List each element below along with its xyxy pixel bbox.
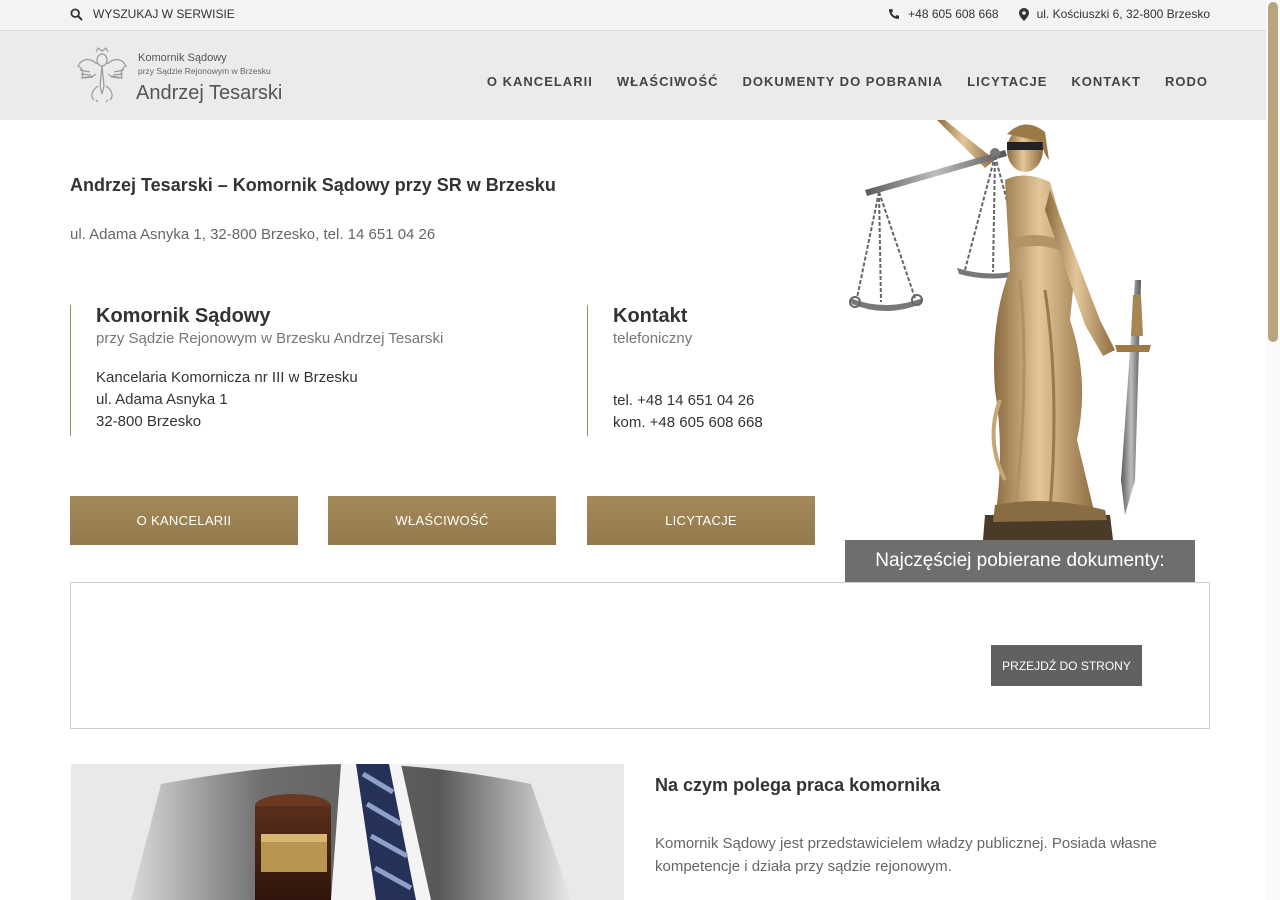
phone-icon	[889, 9, 900, 19]
top-bar: WYSZUKAJ W SERWISIE +48 605 608 668 ul. …	[0, 0, 1280, 31]
contact-subheading: telefoniczny	[613, 330, 693, 347]
logo-name: Andrzej Tesarski	[136, 82, 283, 104]
main-nav: O KANCELARII WŁAŚCIWOŚĆ DOKUMENTY DO POB…	[487, 74, 1208, 89]
bailiff-heading: Komornik Sądowy	[96, 305, 271, 327]
page-address: ul. Adama Asnyka 1, 32-800 Brzesko, tel.…	[70, 226, 436, 243]
nav-item-o-kancelarii[interactable]: O KANCELARII	[487, 74, 593, 89]
licytacje-button[interactable]: LICYTACJE	[587, 496, 815, 545]
judge-gavel-image	[71, 764, 624, 900]
wlasciwosc-button[interactable]: WŁAŚCIWOŚĆ	[328, 496, 556, 545]
site-logo[interactable]: Komornik Sądowy przy Sądzie Rejonowym w …	[76, 44, 296, 108]
contact-phone-line[interactable]: kom. +48 605 608 668	[613, 412, 817, 434]
go-to-page-button[interactable]: PRZEJDŹ DO STRONY	[991, 645, 1142, 686]
nav-item-kontakt[interactable]: KONTAKT	[1071, 74, 1141, 89]
nav-item-wlasciwosc[interactable]: WŁAŚCIWOŚĆ	[617, 74, 719, 89]
o-kancelarii-button[interactable]: O KANCELARII	[70, 496, 298, 545]
nav-item-licytacje[interactable]: LICYTACJE	[967, 74, 1047, 89]
scrollbar-thumb[interactable]	[1268, 2, 1278, 342]
top-address-text: ul. Kościuszki 6, 32-800 Brzesko	[1036, 7, 1210, 21]
page-scrollbar[interactable]	[1266, 0, 1280, 900]
top-address: ul. Kościuszki 6, 32-800 Brzesko	[1018, 7, 1210, 21]
top-phone[interactable]: +48 605 608 668	[888, 7, 999, 21]
bailiff-address-line: 32-800 Brzesko	[96, 413, 202, 430]
bailiff-address-line: ul. Adama Asnyka 1	[96, 391, 228, 408]
bailiff-info-column: Komornik Sądowy przy Sądzie Rejonowym w …	[70, 305, 550, 436]
page-title: Andrzej Tesarski – Komornik Sądowy przy …	[70, 175, 556, 195]
contact-heading: Kontakt	[613, 305, 688, 327]
search-label: WYSZUKAJ W SERWISIE	[93, 7, 235, 21]
contact-column: Kontakt telefoniczny tel. +48 14 651 04 …	[587, 305, 817, 436]
bailiff-subheading: przy Sądzie Rejonowym w Brzesku Andrzej …	[96, 330, 444, 347]
bailiff-work-title: Na czym polega praca komornika	[655, 775, 941, 795]
search-icon	[70, 7, 83, 21]
top-phone-number: +48 605 608 668	[908, 7, 999, 21]
map-pin-icon	[1018, 7, 1029, 21]
nav-item-dokumenty[interactable]: DOKUMENTY DO POBRANIA	[743, 74, 944, 89]
site-search-link[interactable]: WYSZUKAJ W SERWISIE	[70, 7, 235, 21]
site-header: Komornik Sądowy przy Sądzie Rejonowym w …	[0, 31, 1280, 120]
nav-item-rodo[interactable]: RODO	[1165, 74, 1208, 89]
bailiff-work-text: Komornik Sądowy jest przedstawicielem wł…	[655, 835, 1157, 875]
logo-line-2: przy Sądzie Rejonowym w Brzesku	[138, 66, 271, 76]
documents-tab-title: Najczęściej pobierane dokumenty:	[845, 540, 1195, 582]
contact-phone-line[interactable]: tel. +48 14 651 04 26	[613, 390, 817, 412]
top-contact: +48 605 608 668 ul. Kościuszki 6, 32-800…	[888, 7, 1210, 21]
bailiff-address: Kancelaria Komornicza nr III w Brzesku u…	[96, 367, 550, 433]
logo-line-1: Komornik Sądowy	[138, 52, 227, 64]
contact-phones: tel. +48 14 651 04 26 kom. +48 605 608 6…	[613, 390, 817, 434]
eagle-emblem-icon	[77, 47, 127, 103]
lady-justice-statue-image	[849, 120, 1151, 540]
bailiff-address-line: Kancelaria Komornicza nr III w Brzesku	[96, 369, 358, 386]
